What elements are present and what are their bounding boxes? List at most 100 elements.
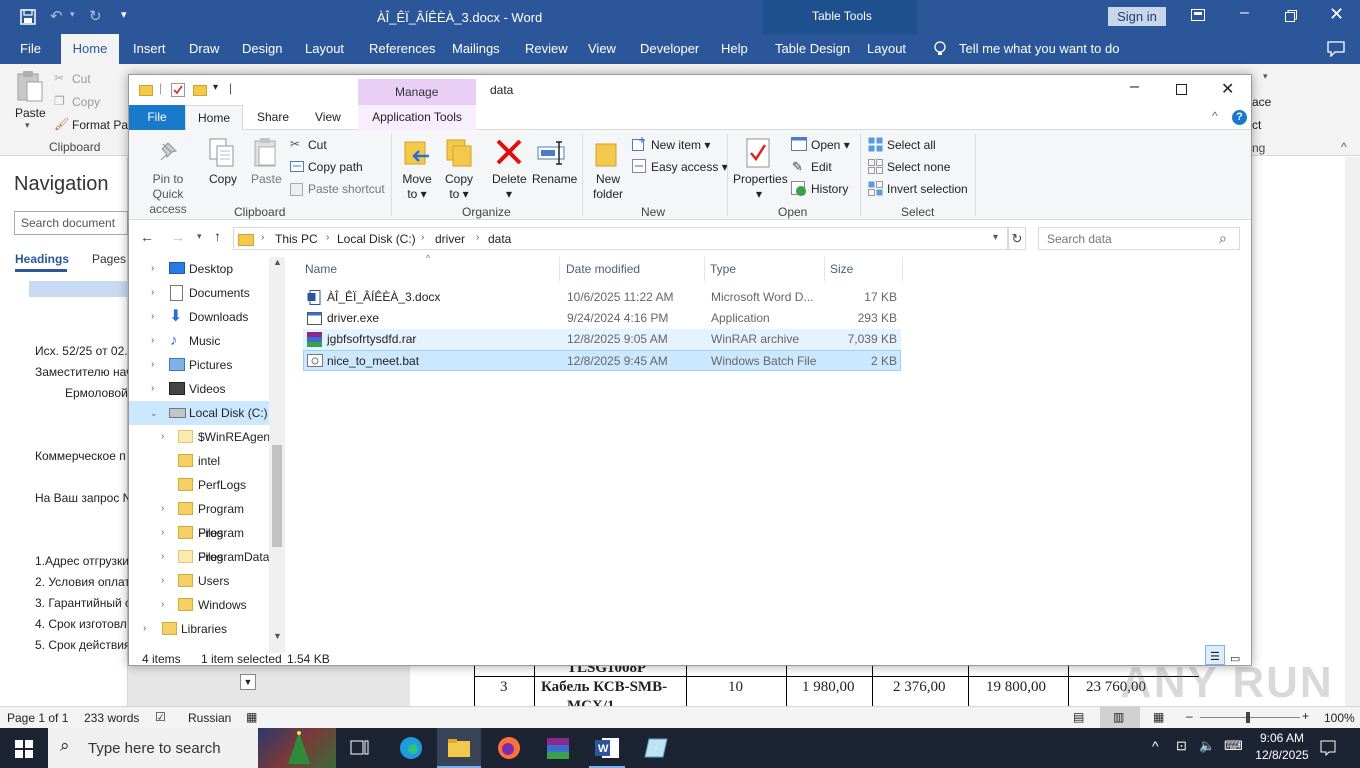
tab-view[interactable]: View xyxy=(588,34,616,64)
tab-application-tools[interactable]: Application Tools xyxy=(358,105,476,130)
web-layout-icon[interactable]: ▦ xyxy=(1153,710,1164,724)
tree-scrollbar[interactable]: ▲ ▼ xyxy=(269,257,285,653)
new-folder-button[interactable]: New folder xyxy=(592,172,624,202)
tab-insert[interactable]: Insert xyxy=(133,34,166,64)
select-none-button[interactable]: Select none xyxy=(887,160,950,175)
rename-button[interactable]: Rename xyxy=(532,172,577,187)
word-restore-icon[interactable] xyxy=(1285,10,1297,22)
undo-icon[interactable]: ↶ xyxy=(50,7,63,25)
customize-qat-icon[interactable]: ▾ xyxy=(121,8,127,21)
edit-button[interactable]: Edit xyxy=(811,160,832,175)
select-partial-label[interactable]: ct xyxy=(1252,118,1261,132)
new-folder-qat-icon[interactable] xyxy=(193,83,207,96)
clock-date[interactable]: 12/8/2025 xyxy=(1252,748,1312,762)
paste-button[interactable]: Paste xyxy=(251,172,282,187)
tree-item-documents[interactable]: › Documents xyxy=(129,281,269,305)
document-scrollbar[interactable] xyxy=(1345,157,1360,706)
open-button[interactable]: Open ▾ xyxy=(811,138,850,153)
language[interactable]: Russian xyxy=(188,711,231,725)
tab-mailings[interactable]: Mailings xyxy=(452,34,500,64)
paste-button[interactable]: Paste xyxy=(15,106,46,120)
tab-developer[interactable]: Developer xyxy=(640,34,699,64)
recent-locations-icon[interactable]: ▾ xyxy=(197,231,202,242)
help-icon[interactable]: ? xyxy=(1232,110,1247,125)
tab-references[interactable]: References xyxy=(369,34,435,64)
macro-icon[interactable]: ▦ xyxy=(246,710,257,724)
up-arrow-icon[interactable]: ↑ xyxy=(214,228,221,244)
address-dropdown-icon[interactable]: ▾ xyxy=(993,232,998,243)
select-all-button[interactable]: Select all xyxy=(887,138,936,153)
tab-draw[interactable]: Draw xyxy=(189,34,219,64)
forward-arrow-icon[interactable]: → xyxy=(171,229,185,245)
tree-item-local-disk[interactable]: ⌄ Local Disk (C:) xyxy=(129,401,269,425)
volume-icon[interactable]: 🔈 xyxy=(1199,738,1215,754)
replace-partial-label[interactable]: ace xyxy=(1252,95,1271,109)
easy-access-button[interactable]: Easy access ▾ xyxy=(651,160,728,175)
tab-view[interactable]: View xyxy=(315,105,341,130)
tree-item-winreagent[interactable]: › $WinREAgent xyxy=(129,425,273,449)
copy-path-button[interactable]: Copy path xyxy=(308,160,363,175)
address-bar[interactable]: › This PC › Local Disk (C:) › driver › d… xyxy=(233,227,1008,250)
ribbon-display-options-icon[interactable] xyxy=(1191,9,1205,21)
proofing-icon[interactable]: ☑ xyxy=(155,710,166,724)
breadcrumb-driver[interactable]: driver xyxy=(435,232,465,246)
tray-overflow-icon[interactable]: ^ xyxy=(1152,738,1159,754)
details-view-icon[interactable]: ☰ xyxy=(1205,645,1225,665)
file-row[interactable]: ÀÎ_ÊÏ_ÂÍÊÈÀ_3.docx 10/6/2025 11:22 AM Mi… xyxy=(303,287,901,308)
redo-icon[interactable]: ↻ xyxy=(89,7,102,25)
zoom-slider-thumb[interactable] xyxy=(1246,712,1250,723)
zoom-in-icon[interactable]: + xyxy=(1302,709,1309,723)
tree-item-users[interactable]: › Users xyxy=(129,569,269,593)
zoom-out-icon[interactable]: – xyxy=(1186,709,1193,723)
tab-file[interactable]: File xyxy=(129,105,185,130)
qat-dropdown-icon[interactable]: ▾ xyxy=(213,82,218,93)
page-count[interactable]: Page 1 of 1 xyxy=(7,711,68,725)
explorer-minimize-icon[interactable]: – xyxy=(1130,78,1139,96)
tab-headings[interactable]: Headings xyxy=(15,252,69,266)
file-row[interactable]: driver.exe 9/24/2024 4:16 PM Application… xyxy=(303,308,901,329)
tree-item-program-files-x86[interactable]: › Program Files xyxy=(129,521,269,564)
tab-table-design[interactable]: Table Design xyxy=(775,34,850,64)
undo-dropdown-icon[interactable]: ▾ xyxy=(70,9,75,20)
manage-tab-header[interactable]: Manage xyxy=(358,79,476,105)
sign-in-button[interactable]: Sign in xyxy=(1108,7,1166,26)
tree-item-intel[interactable]: intel xyxy=(129,449,269,473)
breadcrumb-this-pc[interactable]: This PC xyxy=(275,232,318,246)
minimize-ribbon-icon[interactable]: ^ xyxy=(1212,109,1218,123)
paste-icon[interactable] xyxy=(15,70,45,104)
copy-button[interactable]: Copy xyxy=(209,172,237,187)
column-type[interactable]: Type xyxy=(710,262,736,276)
new-item-button[interactable]: New item ▾ xyxy=(651,138,710,153)
scroll-down-icon[interactable]: ▼ xyxy=(240,674,256,690)
breadcrumb-local-disk[interactable]: Local Disk (C:) xyxy=(337,232,416,246)
paste-shortcut-button[interactable]: Paste shortcut xyxy=(308,182,385,197)
read-mode-icon[interactable]: ▤ xyxy=(1073,710,1084,724)
tree-item-pictures[interactable]: › Pictures xyxy=(129,353,269,377)
notepad-icon[interactable] xyxy=(643,736,669,760)
tree-item-videos[interactable]: › Videos xyxy=(129,377,269,401)
tree-item-perflogs[interactable]: PerfLogs xyxy=(129,473,269,497)
file-row[interactable]: jgbfsofrtysdfd.rar 12/8/2025 9:05 AM Win… xyxy=(303,329,901,350)
tab-share[interactable]: Share xyxy=(257,105,289,130)
zoom-level[interactable]: 100% xyxy=(1324,711,1355,725)
tab-pages[interactable]: Pages xyxy=(92,252,126,266)
tree-item-programdata[interactable]: › ProgramData xyxy=(129,545,269,569)
tab-help[interactable]: Help xyxy=(721,34,748,64)
word-icon[interactable]: W xyxy=(594,736,620,760)
word-minimize-icon[interactable]: – xyxy=(1240,4,1249,22)
tab-design[interactable]: Design xyxy=(242,34,282,64)
explorer-close-icon[interactable]: ✕ xyxy=(1221,79,1234,99)
tree-item-program-files[interactable]: › Program Files xyxy=(129,497,269,540)
properties-button[interactable]: Properties ▾ xyxy=(733,172,788,202)
refresh-icon[interactable]: ↻ xyxy=(1008,227,1026,250)
save-icon[interactable] xyxy=(20,9,36,25)
tree-scrollbar-thumb[interactable] xyxy=(272,445,282,547)
word-count[interactable]: 233 words xyxy=(84,711,139,725)
delete-button[interactable]: Delete ▾ xyxy=(492,172,527,202)
edge-icon[interactable] xyxy=(398,736,424,760)
collapse-ribbon-icon[interactable]: ^ xyxy=(1341,140,1347,154)
tab-file[interactable]: File xyxy=(20,34,41,64)
keyboard-icon[interactable]: ⌨ xyxy=(1224,738,1243,754)
history-button[interactable]: History xyxy=(811,182,848,197)
tree-item-downloads[interactable]: › ⬇ Downloads xyxy=(129,305,269,329)
